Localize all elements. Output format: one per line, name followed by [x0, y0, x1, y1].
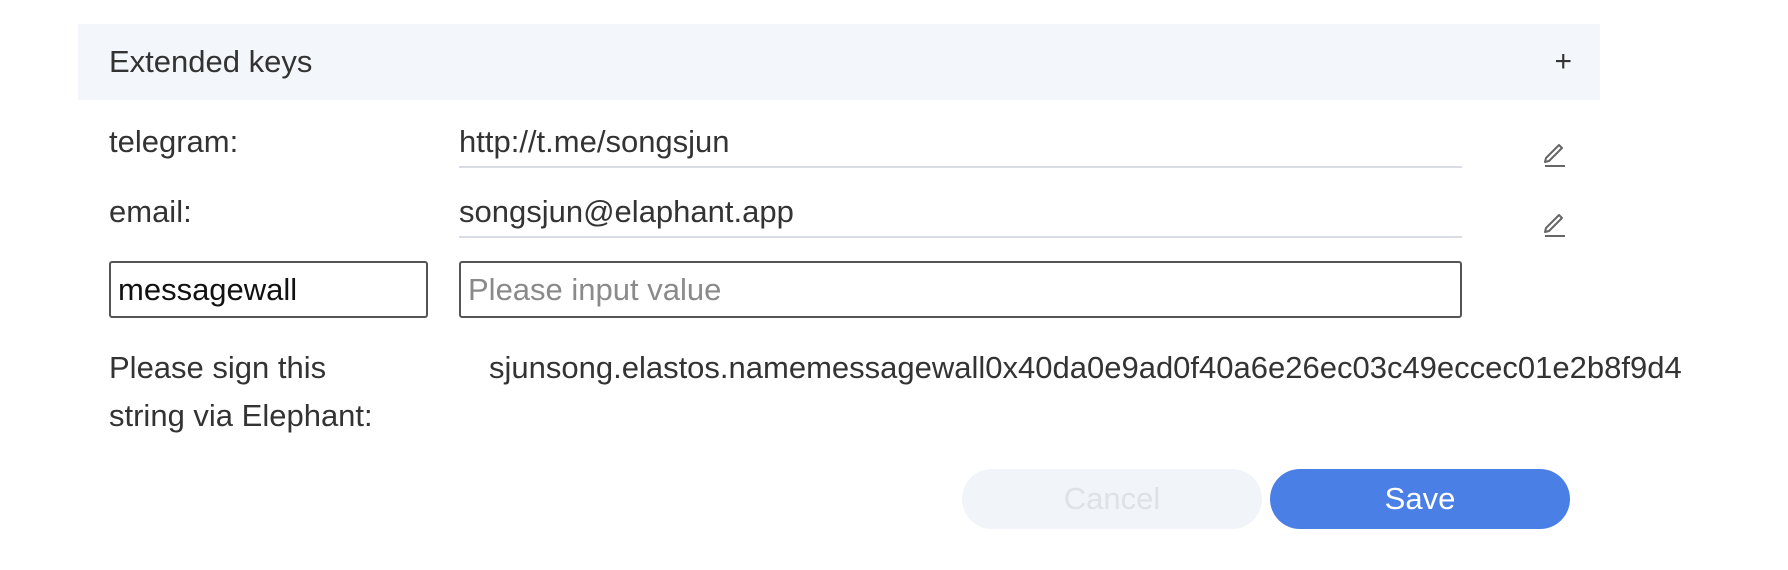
field-value-telegram: http://t.me/songsjun	[459, 124, 1462, 168]
field-label-telegram: telegram:	[109, 124, 239, 159]
field-value-email: songsjun@elaphant.app	[459, 194, 1462, 238]
pencil-icon[interactable]	[1543, 138, 1567, 168]
cancel-button[interactable]: Cancel	[962, 469, 1262, 529]
sign-string-value: sjunsong.elastos.namemessagewall0x40da0e…	[489, 350, 1682, 385]
new-key-input[interactable]	[109, 261, 428, 318]
extended-keys-header[interactable]: Extended keys +	[78, 24, 1600, 100]
field-label-email: email:	[109, 194, 192, 229]
sign-instruction-label: Please sign this string via Elephant:	[109, 350, 373, 433]
new-value-input[interactable]	[459, 261, 1462, 318]
extended-keys-panel: Extended keys + telegram: http://t.me/so…	[0, 0, 1788, 570]
plus-icon[interactable]: +	[1554, 24, 1572, 100]
section-title: Extended keys	[109, 44, 313, 79]
pencil-icon[interactable]	[1543, 208, 1567, 238]
save-button[interactable]: Save	[1270, 469, 1570, 529]
